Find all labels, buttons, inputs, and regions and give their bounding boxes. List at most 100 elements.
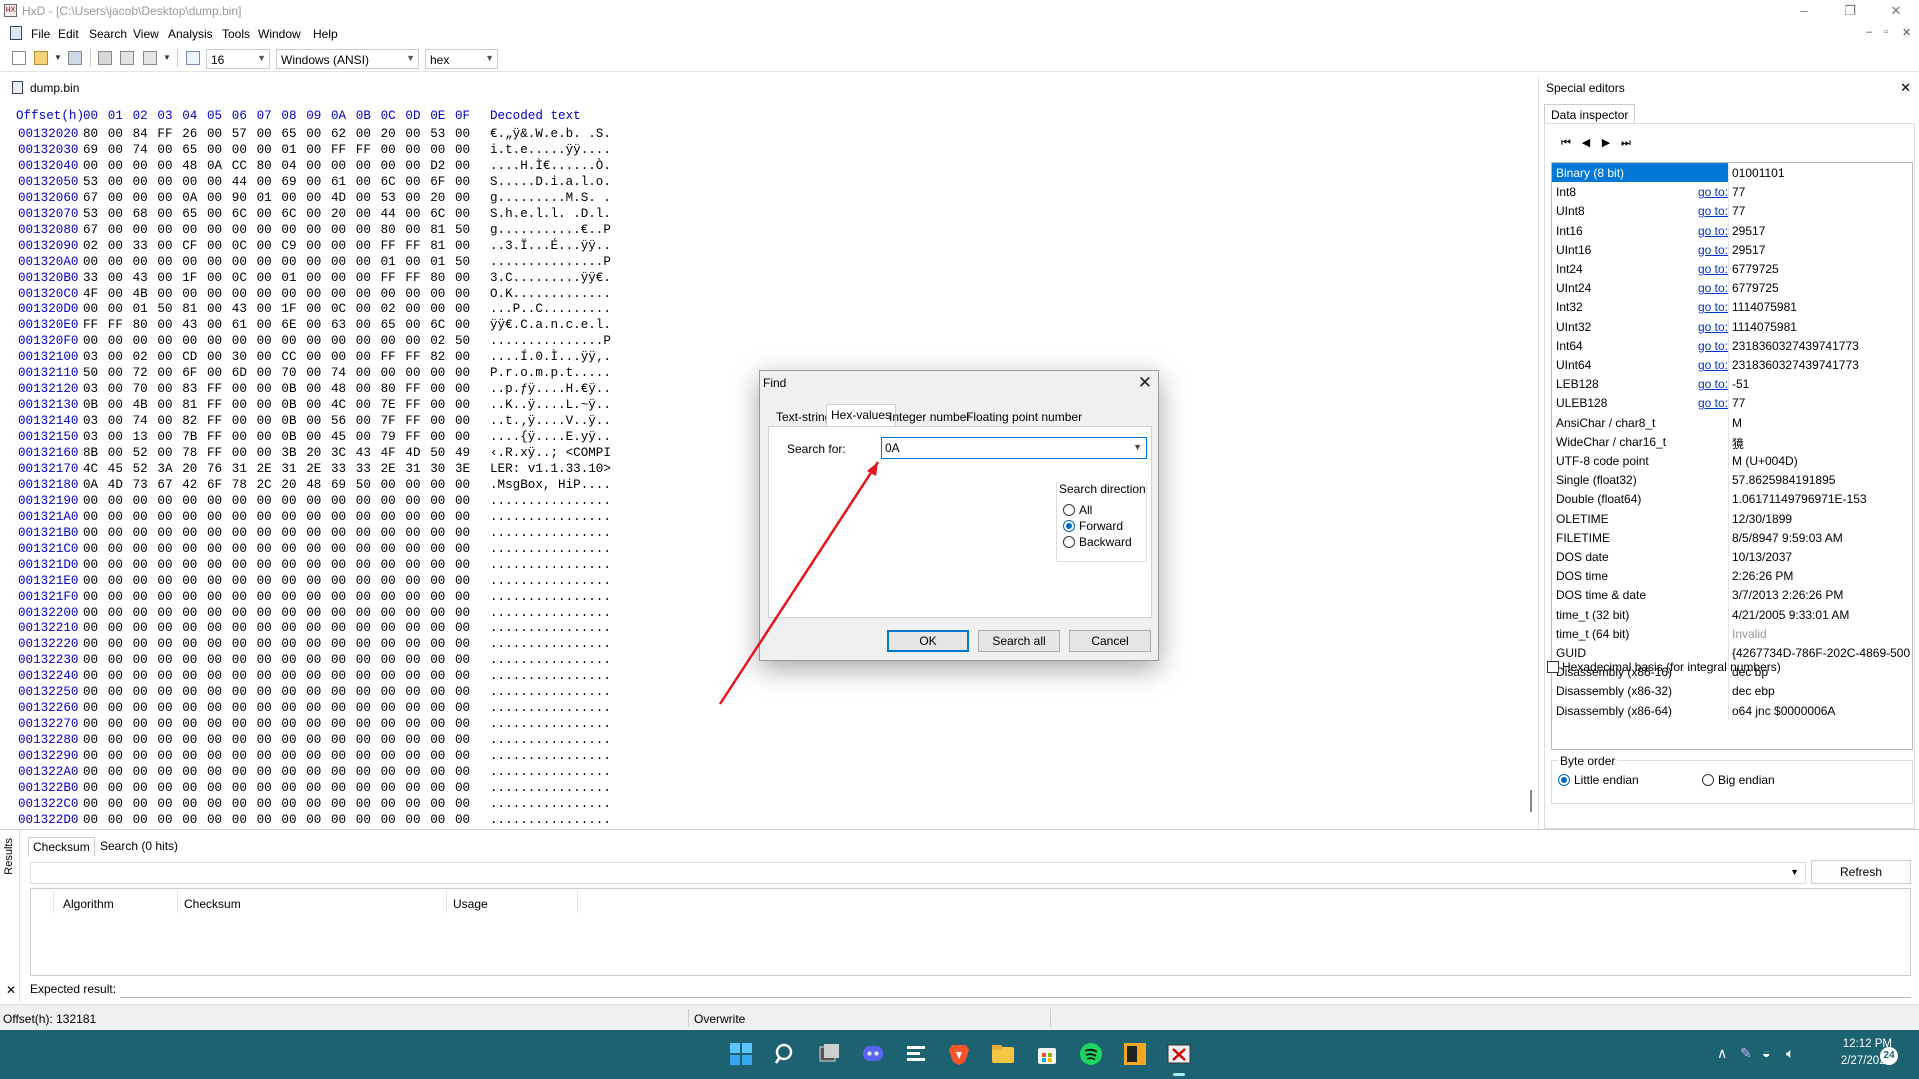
hex-byte[interactable]: FF [405,414,420,428]
hex-byte[interactable]: 00 [455,574,470,588]
hex-byte[interactable]: 00 [157,733,172,747]
hex-byte[interactable]: 00 [430,542,445,556]
hex-byte[interactable]: 01 [133,302,148,316]
hex-byte[interactable]: 00 [281,542,296,556]
hex-byte[interactable]: 00 [207,271,222,285]
hex-byte[interactable]: 82 [430,350,445,364]
hex-byte[interactable]: 00 [257,765,272,779]
decoded-text[interactable]: ................ [490,590,611,604]
hex-byte[interactable]: 00 [232,430,247,444]
inspector-value[interactable]: 1.06171149796971E-153 [1732,492,1910,506]
hex-byte[interactable]: 00 [83,606,98,620]
hex-byte[interactable]: 00 [306,606,321,620]
microsoft-store-icon[interactable] [1033,1040,1061,1068]
hex-byte[interactable]: 00 [108,781,123,795]
hex-byte[interactable]: FF [405,398,420,412]
hex-byte[interactable]: 00 [381,749,396,763]
hex-byte[interactable]: 0B [83,398,98,412]
hex-byte[interactable]: 00 [381,542,396,556]
hex-byte[interactable]: 00 [207,318,222,332]
hex-byte[interactable]: 00 [257,334,272,348]
hex-byte[interactable]: 00 [356,701,371,715]
tab-integer-number[interactable]: Integer number [885,407,974,427]
hex-byte[interactable]: 61 [232,318,247,332]
hex-byte[interactable]: 44 [232,175,247,189]
hex-byte[interactable]: 00 [232,685,247,699]
hex-byte[interactable]: 00 [430,685,445,699]
hex-byte[interactable]: 00 [455,350,470,364]
hex-byte[interactable]: 00 [133,733,148,747]
inspector-value[interactable]: 1114075981 [1732,320,1910,334]
offset-base-select[interactable]: hex ▼ [425,49,498,69]
hex-byte[interactable]: 00 [83,653,98,667]
hex-byte[interactable]: 00 [455,558,470,572]
notification-badge[interactable]: 24 [1880,1047,1898,1065]
decoded-text[interactable]: ................ [490,526,611,540]
hex-byte[interactable]: 30 [430,462,445,476]
hex-byte[interactable]: 00 [455,590,470,604]
hex-byte[interactable]: 00 [83,701,98,715]
hex-byte[interactable]: 00 [405,669,420,683]
hex-byte[interactable]: 00 [257,590,272,604]
hex-byte[interactable]: 00 [257,749,272,763]
hex-byte[interactable]: 00 [257,733,272,747]
hex-byte[interactable]: 00 [133,542,148,556]
hex-byte[interactable]: 00 [430,637,445,651]
hex-byte[interactable]: 00 [455,510,470,524]
hex-byte[interactable]: 52 [133,462,148,476]
hex-byte[interactable]: 00 [306,223,321,237]
hex-byte[interactable]: 00 [232,590,247,604]
decoded-text[interactable]: ................ [490,558,611,572]
hex-byte[interactable]: 00 [207,701,222,715]
hex-byte[interactable]: 43 [133,271,148,285]
hex-byte[interactable]: 00 [157,191,172,205]
hex-byte[interactable]: 45 [331,430,346,444]
hex-byte[interactable]: 00 [232,653,247,667]
hex-byte[interactable]: 00 [405,558,420,572]
hex-byte[interactable]: 00 [455,175,470,189]
hex-byte[interactable]: 03 [83,382,98,396]
hex-byte[interactable]: 00 [83,797,98,811]
hex-byte[interactable]: 00 [455,191,470,205]
hex-byte[interactable]: 00 [331,223,346,237]
hex-byte[interactable]: 00 [257,223,272,237]
hex-byte[interactable]: 6E [281,318,296,332]
hex-byte[interactable]: 00 [381,510,396,524]
hex-byte[interactable]: 00 [182,781,197,795]
hex-byte[interactable]: 00 [306,207,321,221]
hex-byte[interactable]: 00 [281,526,296,540]
hex-byte[interactable]: 00 [232,813,247,827]
hex-byte[interactable]: 00 [207,685,222,699]
print-icon[interactable] [120,51,134,65]
hex-byte[interactable]: 00 [430,287,445,301]
hex-byte[interactable]: FF [157,127,172,141]
hex-byte[interactable]: 01 [257,191,272,205]
menu-help[interactable]: Help [313,27,338,41]
hex-byte[interactable]: 20 [430,191,445,205]
hex-byte[interactable]: 00 [306,127,321,141]
hex-byte[interactable]: 00 [133,669,148,683]
hex-byte[interactable]: 00 [232,637,247,651]
hex-byte[interactable]: 00 [381,143,396,157]
hex-byte[interactable]: 00 [257,398,272,412]
hex-byte[interactable]: 00 [83,558,98,572]
pen-icon[interactable]: ✎ [1740,1045,1752,1062]
hex-byte[interactable]: 00 [182,606,197,620]
hex-byte[interactable]: 00 [331,526,346,540]
hex-byte[interactable]: 00 [232,446,247,460]
hex-byte[interactable]: 00 [257,239,272,253]
hex-byte[interactable]: 00 [306,398,321,412]
hex-byte[interactable]: 00 [257,701,272,715]
hex-byte[interactable]: 00 [356,382,371,396]
hex-byte[interactable]: 00 [455,366,470,380]
minimize-button[interactable]: – [1781,0,1827,22]
hex-byte[interactable]: 00 [430,558,445,572]
hex-byte[interactable]: 00 [83,510,98,524]
hex-byte[interactable]: FF [207,430,222,444]
hex-byte[interactable]: 00 [455,797,470,811]
hex-byte[interactable]: 7F [381,414,396,428]
hex-byte[interactable]: 65 [182,207,197,221]
hex-byte[interactable]: 00 [108,526,123,540]
hex-byte[interactable]: 00 [108,302,123,316]
hex-byte[interactable]: 80 [381,223,396,237]
